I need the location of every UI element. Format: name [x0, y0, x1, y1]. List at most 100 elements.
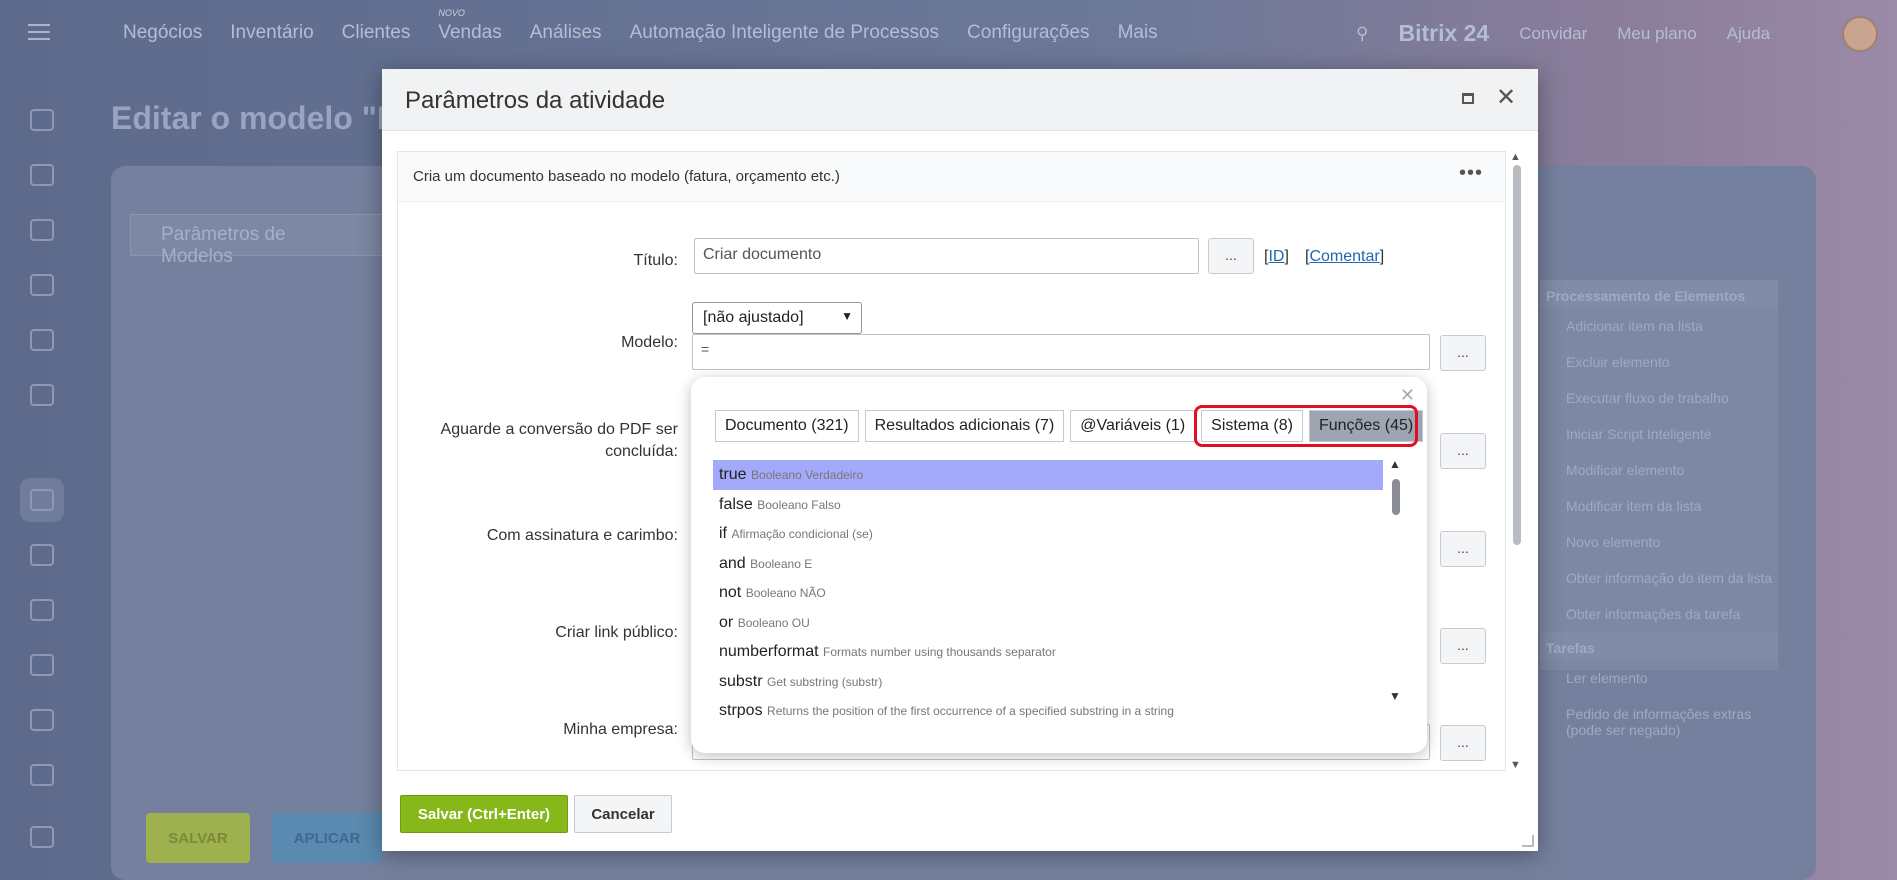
close-icon[interactable]: ✕	[1400, 385, 1415, 406]
sidebar-icon[interactable]	[30, 274, 54, 296]
resize-handle[interactable]	[1522, 835, 1534, 847]
help-link[interactable]: Ajuda	[1727, 24, 1770, 44]
list-scrollbar[interactable]: ▲ ▼	[1387, 457, 1405, 703]
list-item[interactable]: or Booleano OU	[713, 608, 1383, 638]
list-item[interactable]: if Afirmação condicional (se)	[713, 519, 1383, 549]
titulo-input[interactable]: Criar documento	[694, 238, 1199, 274]
list-item[interactable]: and Booleano E	[713, 549, 1383, 579]
assinatura-more-button[interactable]: ...	[1440, 531, 1486, 567]
bg-apply-button[interactable]: APLICAR	[272, 813, 382, 863]
search-icon[interactable]: ⚲	[1356, 24, 1368, 44]
list-item[interactable]: not Booleano NÃO	[713, 578, 1383, 608]
sidebar-icon[interactable]	[30, 109, 54, 131]
id-link[interactable]: [ID]	[1264, 248, 1289, 266]
tab-variaveis[interactable]: @Variáveis (1)	[1070, 410, 1196, 442]
empresa-more-button[interactable]: ...	[1440, 725, 1486, 761]
panel-item[interactable]: Executar fluxo de trabalho	[1540, 380, 1778, 416]
comment-link[interactable]: [Comentar]	[1305, 248, 1384, 266]
main-nav: Negócios Inventário Clientes NOVO Vendas …	[123, 8, 1186, 44]
invite-link[interactable]: Convidar	[1519, 24, 1587, 44]
more-options-icon[interactable]: •••	[1459, 163, 1483, 183]
nav-item[interactable]: NOVO Vendas	[438, 8, 501, 44]
activity-description: Cria um documento baseado no modelo (fat…	[398, 152, 1505, 202]
cancel-button[interactable]: Cancelar	[574, 795, 672, 833]
panel-item[interactable]: Pedido de informações extras (pode ser n…	[1540, 696, 1778, 748]
aguarde-more-button[interactable]: ...	[1440, 433, 1486, 469]
item-desc: Booleano Verdadeiro	[751, 468, 864, 482]
panel-item[interactable]: Excluir elemento	[1540, 344, 1778, 380]
insert-value-popup: ✕ Documento (321) Resultados adicionais …	[691, 377, 1427, 753]
item-desc: Get substring (substr)	[767, 674, 883, 689]
panel-item[interactable]: Obter informações da tarefa	[1540, 596, 1778, 632]
panel-item[interactable]: Iniciar Script Inteligente	[1540, 416, 1778, 452]
menu-icon[interactable]	[28, 24, 50, 40]
bg-save-button[interactable]: SALVAR	[146, 813, 250, 863]
link-more-button[interactable]: ...	[1440, 628, 1486, 664]
item-name: numberformat	[719, 643, 819, 660]
panel-item[interactable]: Modificar item da lista	[1540, 488, 1778, 524]
nav-item[interactable]: Mais	[1118, 22, 1158, 44]
settings-icon[interactable]	[30, 826, 54, 848]
titulo-more-button[interactable]: ...	[1208, 238, 1254, 274]
item-desc: Booleano E	[750, 556, 813, 571]
link-label: Criar link público:	[555, 624, 678, 641]
modelo-more-button[interactable]: ...	[1440, 335, 1486, 371]
scroll-down-icon[interactable]: ▼	[1510, 759, 1521, 771]
scroll-up-icon[interactable]: ▲	[1389, 457, 1401, 471]
scroll-up-icon[interactable]: ▲	[1510, 151, 1521, 163]
nav-item[interactable]: Clientes	[342, 22, 411, 44]
nav-item[interactable]: Análises	[530, 22, 602, 44]
item-name: strpos	[719, 702, 763, 718]
panel-item[interactable]: Obter informação do item da lista	[1540, 560, 1778, 596]
nav-item[interactable]: Negócios	[123, 22, 202, 44]
sidebar-icon[interactable]	[30, 764, 54, 786]
content-scrollbar[interactable]: ▲ ▼	[1507, 151, 1525, 771]
activity-dialog: Parâmetros da atividade ✕ Cria um docume…	[382, 69, 1538, 851]
modelo-input[interactable]: =	[692, 334, 1430, 370]
list-item[interactable]: numberformat Formats number using thousa…	[713, 637, 1383, 667]
left-sidebar	[0, 66, 84, 880]
sidebar-icon[interactable]	[30, 709, 54, 731]
sidebar-icon[interactable]	[30, 489, 54, 511]
close-icon[interactable]: ✕	[1496, 83, 1516, 112]
chevron-down-icon: ▼	[841, 309, 853, 323]
panel-header: Tarefas	[1540, 632, 1778, 660]
panel-item[interactable]: Modificar elemento	[1540, 452, 1778, 488]
sidebar-icon[interactable]	[30, 219, 54, 241]
scroll-thumb[interactable]	[1513, 165, 1521, 545]
nav-item[interactable]: Inventário	[230, 22, 313, 44]
sidebar-icon[interactable]	[30, 164, 54, 186]
list-item[interactable]: substr Get substring (substr)	[713, 667, 1383, 697]
highlight-box	[1194, 405, 1418, 447]
list-item[interactable]: true Booleano Verdadeiro	[713, 460, 1383, 490]
plan-link[interactable]: Meu plano	[1617, 24, 1696, 44]
sidebar-icon[interactable]	[30, 329, 54, 351]
dialog-content: Cria um documento baseado no modelo (fat…	[397, 151, 1506, 771]
panel-item[interactable]: Adicionar item na lista	[1540, 308, 1778, 344]
id-link-text[interactable]: ID	[1268, 248, 1284, 265]
tab-documento[interactable]: Documento (321)	[715, 410, 859, 442]
maximize-icon[interactable]	[1462, 93, 1474, 104]
list-item[interactable]: strpos Returns the position of the first…	[713, 696, 1383, 718]
sidebar-icon[interactable]	[30, 654, 54, 676]
sidebar-icon[interactable]	[30, 544, 54, 566]
list-item[interactable]: false Booleano Falso	[713, 490, 1383, 520]
nav-item[interactable]: Configurações	[967, 22, 1090, 44]
tab-resultados[interactable]: Resultados adicionais (7)	[864, 410, 1065, 442]
templates-tab[interactable]: Parâmetros de Modelos	[130, 214, 390, 267]
dialog-header: Parâmetros da atividade ✕	[382, 69, 1538, 131]
scroll-thumb[interactable]	[1392, 479, 1400, 515]
modelo-select[interactable]: [não ajustado] ▼	[692, 302, 862, 334]
sidebar-icon[interactable]	[30, 599, 54, 621]
sidebar-icon[interactable]	[30, 384, 54, 406]
avatar[interactable]	[1842, 16, 1878, 52]
scroll-down-icon[interactable]: ▼	[1389, 689, 1401, 703]
nav-item[interactable]: Automação Inteligente de Processos	[630, 22, 939, 44]
panel-item[interactable]: Novo elemento	[1540, 524, 1778, 560]
comment-link-text[interactable]: Comentar	[1309, 248, 1379, 265]
panel-header: Processamento de Elementos	[1540, 280, 1778, 308]
panel-item[interactable]: Ler elemento	[1540, 660, 1778, 696]
empresa-label: Minha empresa:	[563, 721, 678, 738]
aguarde-label: Aguarde a conversão do PDF ser concluída…	[440, 421, 678, 460]
save-button[interactable]: Salvar (Ctrl+Enter)	[400, 795, 568, 833]
